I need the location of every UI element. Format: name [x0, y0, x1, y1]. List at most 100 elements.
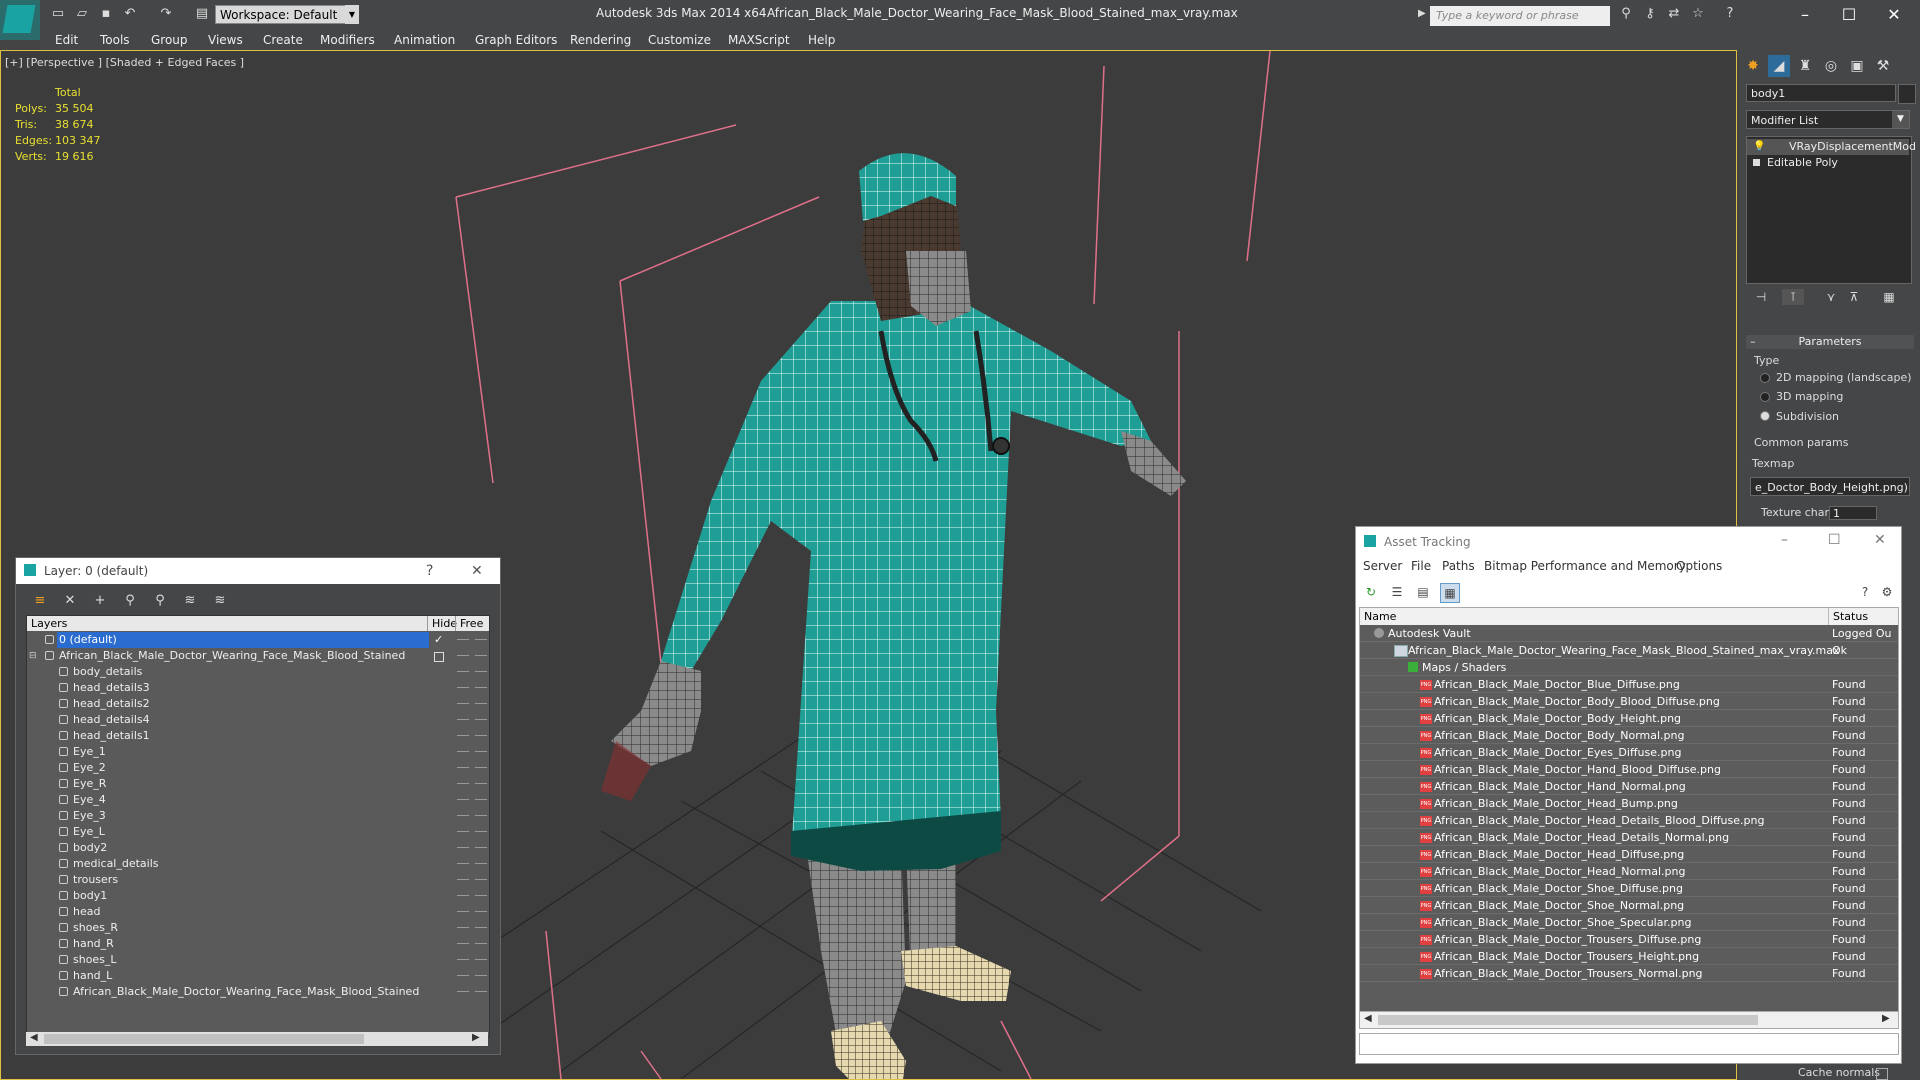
current-layer-check-icon[interactable]: ✓ [434, 632, 443, 648]
hide-toggle[interactable] [457, 879, 469, 880]
asset-row[interactable]: PNG African_Black_Male_Doctor_Body_Blood_… [1360, 693, 1898, 710]
column-name[interactable]: Name [1364, 608, 1396, 625]
minimize-icon[interactable]: – [1781, 532, 1788, 548]
modifier-list-arrow-icon[interactable]: ▼ [1892, 111, 1909, 128]
freeze-toggle[interactable] [475, 879, 487, 880]
freeze-toggle[interactable] [475, 783, 487, 784]
menu-paths[interactable]: Paths [1442, 559, 1475, 573]
details-view-icon[interactable]: ▤ [1414, 583, 1432, 601]
freeze-toggle[interactable] [475, 687, 487, 688]
freeze-toggle[interactable] [475, 911, 487, 912]
menu-maxscript[interactable]: MAXScript [728, 33, 790, 47]
freeze-toggle[interactable] [475, 975, 487, 976]
hide-toggle[interactable] [457, 735, 469, 736]
object-color-swatch[interactable] [1898, 84, 1916, 104]
layer-row[interactable]: Eye_2 [27, 760, 489, 776]
asset-row[interactable]: PNG African_Black_Male_Doctor_Trousers_He… [1360, 948, 1898, 965]
scroll-left-icon[interactable]: ◀ [30, 1032, 38, 1043]
menu-views[interactable]: Views [208, 33, 243, 47]
asset-row[interactable]: PNG African_Black_Male_Doctor_Head_Diffus… [1360, 846, 1898, 863]
layer-row[interactable]: African_Black_Male_Doctor_Wearing_Face_M… [27, 984, 489, 1000]
hide-toggle[interactable] [457, 911, 469, 912]
menu-animation[interactable]: Animation [394, 33, 455, 47]
layer-row[interactable]: shoes_R [27, 920, 489, 936]
hide-toggle[interactable] [457, 703, 469, 704]
menu-modifiers[interactable]: Modifiers [320, 33, 375, 47]
key-icon[interactable]: ⚷ [1642, 6, 1658, 22]
app-logo-icon[interactable] [0, 0, 40, 40]
asset-row[interactable]: PNG African_Black_Male_Doctor_Hand_Blood_… [1360, 761, 1898, 778]
layer-row[interactable]: Eye_4 [27, 792, 489, 808]
menu-create[interactable]: Create [263, 33, 303, 47]
layer-row[interactable]: body2 [27, 840, 489, 856]
stack-item-vraydisplacement[interactable]: 💡 VRayDisplacementMod [1747, 139, 1916, 155]
asset-row[interactable]: PNG African_Black_Male_Doctor_Shoe_Normal… [1360, 897, 1898, 914]
asset-row[interactable]: PNG African_Black_Male_Doctor_Head_Bump.p… [1360, 795, 1898, 812]
freeze-toggle[interactable] [475, 703, 487, 704]
help-icon[interactable]: ? [426, 563, 433, 579]
scroll-right-icon[interactable]: ▶ [1882, 1013, 1890, 1024]
save-file-icon[interactable]: ▪ [98, 6, 114, 22]
asset-row[interactable]: African_Black_Male_Doctor_Wearing_Face_M… [1360, 642, 1898, 659]
favorites-star-icon[interactable]: ☆ [1690, 6, 1706, 22]
freeze-toggle[interactable] [475, 895, 487, 896]
scroll-thumb[interactable] [44, 1034, 364, 1044]
asset-row[interactable]: PNG African_Black_Male_Doctor_Head_Normal… [1360, 863, 1898, 880]
asset-row[interactable]: PNG African_Black_Male_Doctor_Head_Detail… [1360, 829, 1898, 846]
radio-3d-mapping[interactable] [1760, 392, 1770, 402]
freeze-toggle[interactable] [475, 831, 487, 832]
utilities-tab-icon[interactable]: ⚒ [1872, 55, 1894, 77]
exchange-icon[interactable]: ⇄ [1666, 6, 1682, 22]
project-folder-icon[interactable]: ▤ [194, 6, 210, 22]
asset-row[interactable]: PNG African_Black_Male_Doctor_Blue_Diffus… [1360, 676, 1898, 693]
menu-bitmap-performance[interactable]: Bitmap Performance and Memory [1484, 559, 1686, 573]
layer-row[interactable]: Eye_3 [27, 808, 489, 824]
layer-horizontal-scrollbar[interactable]: ◀ ▶ [26, 1032, 488, 1046]
freeze-toggle[interactable] [475, 719, 487, 720]
menu-tools[interactable]: Tools [100, 33, 130, 47]
help-icon[interactable]: ? [1856, 583, 1874, 601]
layer-row[interactable]: head_details1 [27, 728, 489, 744]
scroll-left-icon[interactable]: ◀ [1364, 1013, 1372, 1024]
menu-group[interactable]: Group [151, 33, 188, 47]
asset-row[interactable]: PNG African_Black_Male_Doctor_Body_Height… [1360, 710, 1898, 727]
object-name-field[interactable]: body1 [1746, 84, 1896, 102]
layer-row[interactable]: hand_R [27, 936, 489, 952]
maximize-icon[interactable]: ☐ [1828, 532, 1841, 548]
hide-toggle[interactable] [457, 927, 469, 928]
freeze-toggle[interactable] [475, 959, 487, 960]
layer-dialog-titlebar[interactable]: Layer: 0 (default) ? ✕ [16, 558, 500, 584]
freeze-toggle[interactable] [475, 991, 487, 992]
menu-server[interactable]: Server [1363, 559, 1402, 573]
new-file-icon[interactable]: ▭ [50, 6, 66, 22]
configure-modifier-sets-icon[interactable]: ▦ [1878, 289, 1900, 305]
layer-row[interactable]: head_details3 [27, 680, 489, 696]
layer-row[interactable]: Eye_L [27, 824, 489, 840]
create-tab-icon[interactable]: ✸ [1742, 55, 1764, 77]
freeze-toggle[interactable] [475, 751, 487, 752]
hide-toggle[interactable] [457, 863, 469, 864]
expand-toggle-icon[interactable]: ⊟ [29, 648, 37, 664]
refresh-icon[interactable]: ↻ [1362, 583, 1380, 601]
freeze-toggle[interactable] [475, 943, 487, 944]
layer-row[interactable]: 0 (default) ✓ [27, 632, 489, 648]
maximize-icon[interactable]: ☐ [1829, 3, 1869, 27]
asset-row[interactable]: PNG African_Black_Male_Doctor_Body_Normal… [1360, 727, 1898, 744]
list-view-icon[interactable]: ☰ [1388, 583, 1406, 601]
freeze-toggle[interactable] [475, 815, 487, 816]
column-status[interactable]: Status [1828, 608, 1868, 625]
show-end-result-icon[interactable]: ⊺ [1782, 289, 1804, 305]
stack-item-editable-poly[interactable]: Editable Poly [1747, 155, 1909, 171]
hide-toggle[interactable] [457, 671, 469, 672]
layer-row[interactable]: head_details2 [27, 696, 489, 712]
display-tab-icon[interactable]: ▣ [1846, 55, 1868, 77]
search-expand-icon[interactable]: ▶ [1418, 8, 1426, 19]
collapse-icon[interactable]: – [1750, 335, 1756, 349]
hide-toggle[interactable] [457, 687, 469, 688]
radio-subdivision[interactable] [1760, 411, 1770, 421]
hide-toggle[interactable] [457, 975, 469, 976]
search-input[interactable]: Type a keyword or phrase [1430, 6, 1610, 26]
freeze-toggle[interactable] [475, 735, 487, 736]
texture-chan-spinner[interactable]: 1 [1829, 506, 1877, 520]
column-layers[interactable]: Layers [31, 616, 67, 631]
